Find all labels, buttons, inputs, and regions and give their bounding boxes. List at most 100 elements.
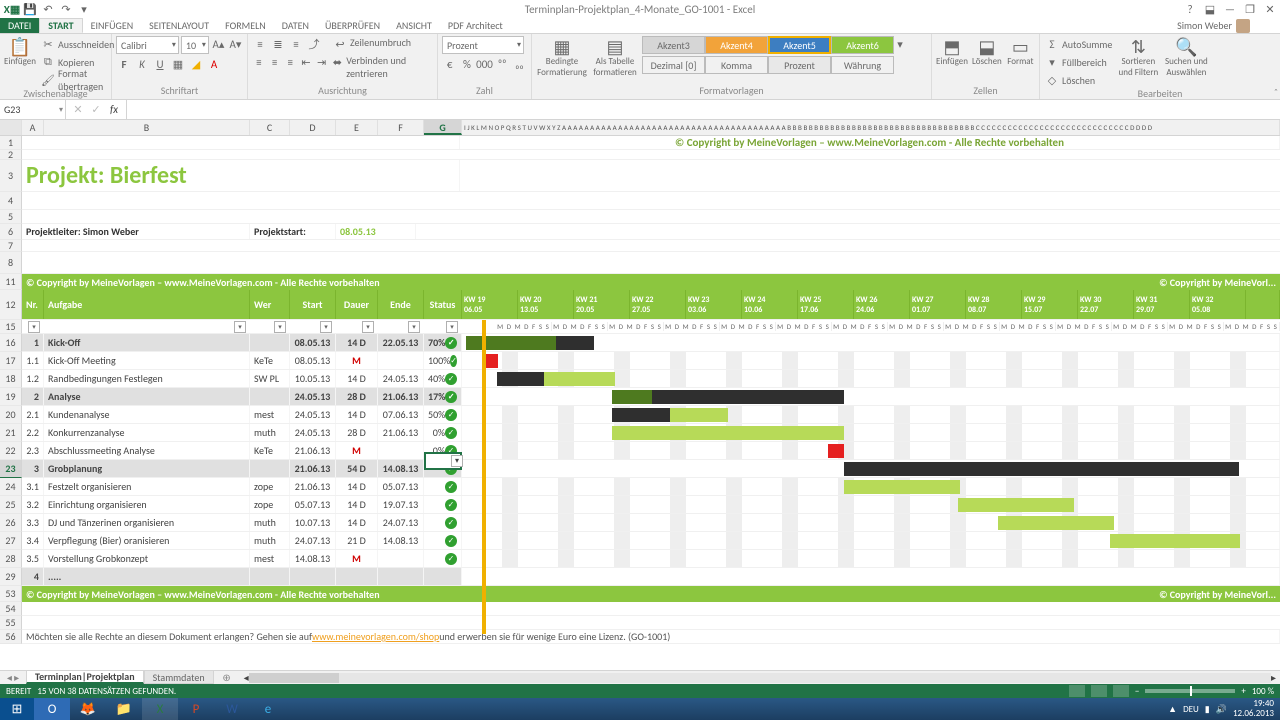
fx-icon[interactable]: fx — [106, 102, 122, 118]
filter-nr[interactable]: ▾ — [28, 321, 40, 333]
tray-net[interactable]: ▮ — [1205, 704, 1210, 715]
autosum-icon[interactable]: Σ — [1044, 36, 1060, 52]
qat-redo[interactable]: ↷ — [58, 1, 74, 17]
wrap-icon[interactable]: ↩ — [332, 36, 348, 52]
dec-dec-icon[interactable]: ₀₀ — [512, 56, 527, 72]
tab-pdf[interactable]: PDF Architect — [440, 18, 511, 33]
fill-icon[interactable]: ▾ — [1044, 54, 1060, 70]
name-box[interactable]: G23 — [0, 100, 66, 119]
ribbon-toggle-icon[interactable]: ⬓ — [1200, 1, 1220, 17]
orientation-icon[interactable]: ⤴ — [306, 36, 322, 52]
align-right-icon[interactable]: ≡ — [283, 54, 297, 70]
num-komma[interactable]: Komma — [705, 56, 768, 74]
accent5[interactable]: Akzent5 — [768, 36, 831, 54]
minimize-icon[interactable]: — — [1220, 1, 1240, 17]
start-button[interactable]: ⊞ — [0, 698, 34, 720]
fill-color-button[interactable]: ◢ — [188, 56, 204, 72]
cond-format-button[interactable]: ▦Bedingte Formatierung — [536, 36, 588, 74]
delete-cells-button[interactable]: ⬓Löschen — [972, 36, 1002, 74]
table-format-button[interactable]: ▤Als Tabelle formatieren — [592, 36, 638, 74]
filter-dauer[interactable]: ▾ — [362, 321, 374, 333]
col-F[interactable]: F — [378, 120, 424, 135]
filter-wer[interactable]: ▾ — [274, 321, 286, 333]
collapse-ribbon-icon[interactable]: ˆ — [1274, 86, 1278, 99]
qat-save[interactable]: 💾 — [22, 1, 38, 17]
format-painter-icon[interactable]: 🖌 — [40, 72, 56, 88]
font-name[interactable]: Calibri — [116, 36, 179, 54]
shrink-font-icon[interactable]: A▾ — [228, 36, 243, 52]
table-row[interactable]: 2.1Kundenanalysemest24.05.1314 D07.06.13… — [22, 406, 1280, 424]
tray-flag[interactable]: ▲ — [1168, 704, 1177, 715]
format-cells-button[interactable]: ▭Format — [1006, 36, 1035, 74]
col-B[interactable]: B — [44, 120, 250, 135]
view-pagebreak[interactable] — [1113, 685, 1129, 697]
insert-cells-button[interactable]: ⬒Einfügen — [936, 36, 968, 74]
help-icon[interactable]: ? — [1180, 1, 1200, 17]
table-row[interactable]: 3.5Vorstellung Grobkonzeptmest14.08.13M … — [22, 550, 1280, 568]
select-all[interactable] — [0, 120, 22, 135]
cancel-formula-icon[interactable]: ✕ — [70, 102, 86, 118]
table-row[interactable]: 1.2Randbedingungen FestlegenSW PL10.05.1… — [22, 370, 1280, 388]
sort-filter-button[interactable]: ⇅Sortieren und Filtern — [1116, 36, 1160, 74]
tab-formulas[interactable]: FORMELN — [217, 18, 274, 33]
tb-ie[interactable]: e — [250, 698, 286, 720]
indent-dec-icon[interactable]: ⇤ — [299, 54, 313, 70]
user-account[interactable]: Simon Weber — [1177, 18, 1250, 33]
clear-icon[interactable]: ◇ — [1044, 72, 1060, 88]
filter-ende[interactable]: ▾ — [408, 321, 420, 333]
align-center-icon[interactable]: ≡ — [268, 54, 282, 70]
tab-file[interactable]: DATEI — [0, 18, 39, 33]
view-normal[interactable] — [1069, 685, 1085, 697]
table-row[interactable]: 1Kick-Off08.05.1314 D22.05.1370% ✓ — [22, 334, 1280, 352]
table-row[interactable]: 1.1Kick-Off MeetingKeTe08.05.13M100% ✓ — [22, 352, 1280, 370]
thousands-icon[interactable]: 000 — [477, 56, 493, 72]
tab-insert[interactable]: EINFÜGEN — [83, 18, 142, 33]
table-row[interactable]: 3.1Festzelt organisierenzope21.06.1314 D… — [22, 478, 1280, 496]
sheet-tab-1[interactable]: Terminplan|Projektplan — [26, 671, 144, 684]
font-size[interactable]: 10 — [181, 36, 209, 54]
align-mid-icon[interactable]: ≣ — [270, 36, 286, 52]
tb-excel[interactable]: X — [142, 698, 178, 720]
sheet-tab-2[interactable]: Stammdaten — [144, 671, 214, 684]
find-select-button[interactable]: 🔍Suchen und Auswählen — [1164, 36, 1208, 74]
tb-outlook[interactable]: O — [34, 698, 70, 720]
table-row[interactable]: 3.3DJ und Tänzerinen organisierenmuth10.… — [22, 514, 1280, 532]
close-icon[interactable]: ✕ — [1260, 1, 1280, 17]
accent6[interactable]: Akzent6 — [831, 36, 894, 54]
zoom-in[interactable]: + — [1241, 686, 1245, 697]
table-row[interactable]: 3Grobplanung21.06.1354 D14.08.13 ✓ — [22, 460, 1280, 478]
tb-firefox[interactable]: 🦊 — [70, 698, 106, 720]
tb-powerpoint[interactable]: P — [178, 698, 214, 720]
new-sheet[interactable]: ⊕ — [214, 671, 240, 684]
filter-start[interactable]: ▾ — [320, 321, 332, 333]
tb-explorer[interactable]: 📁 — [106, 698, 142, 720]
table-row[interactable]: 3.4Verpflegung (Bier) oranisierenmuth24.… — [22, 532, 1280, 550]
h-scrollbar[interactable]: ◂▸ — [240, 671, 1280, 684]
qat-undo[interactable]: ↶ — [40, 1, 56, 17]
paste-button[interactable]: 📋Einfügen — [4, 36, 36, 74]
table-row[interactable]: 4..... — [22, 568, 1280, 586]
col-E[interactable]: E — [336, 120, 378, 135]
dec-inc-icon[interactable]: ⁰⁰ — [495, 56, 510, 72]
merge-icon[interactable]: ⬌ — [331, 54, 345, 70]
worksheet-grid[interactable]: A B C D E F G I J K L M N O P Q R S T U … — [0, 120, 1280, 670]
tab-data[interactable]: DATEN — [274, 18, 317, 33]
num-prozent[interactable]: Prozent — [768, 56, 831, 74]
underline-button[interactable]: U — [152, 56, 168, 72]
percent-icon[interactable]: % — [459, 56, 474, 72]
cell-dropdown[interactable]: ▾ — [451, 455, 463, 467]
table-row[interactable]: 2.2Konkurrenzanalysemuth24.05.1328 D21.0… — [22, 424, 1280, 442]
enter-formula-icon[interactable]: ✓ — [88, 102, 104, 118]
tray-vol[interactable]: 🔊 — [1216, 704, 1227, 715]
zoom-out[interactable]: − — [1135, 686, 1139, 697]
maximize-icon[interactable]: ❐ — [1240, 1, 1260, 17]
zoom-value[interactable]: 100 % — [1252, 686, 1274, 697]
qat-more[interactable]: ▾ — [76, 1, 92, 17]
num-dezimal[interactable]: Dezimal [0] — [642, 56, 705, 74]
tab-start[interactable]: START — [39, 18, 82, 33]
grow-font-icon[interactable]: A▴ — [211, 36, 226, 52]
align-left-icon[interactable]: ≡ — [252, 54, 266, 70]
tray-clock[interactable]: 19:4012.06.2013 — [1233, 699, 1274, 719]
accent4[interactable]: Akzent4 — [705, 36, 768, 54]
table-row[interactable]: 2Analyse24.05.1328 D21.06.1317% ✓ — [22, 388, 1280, 406]
